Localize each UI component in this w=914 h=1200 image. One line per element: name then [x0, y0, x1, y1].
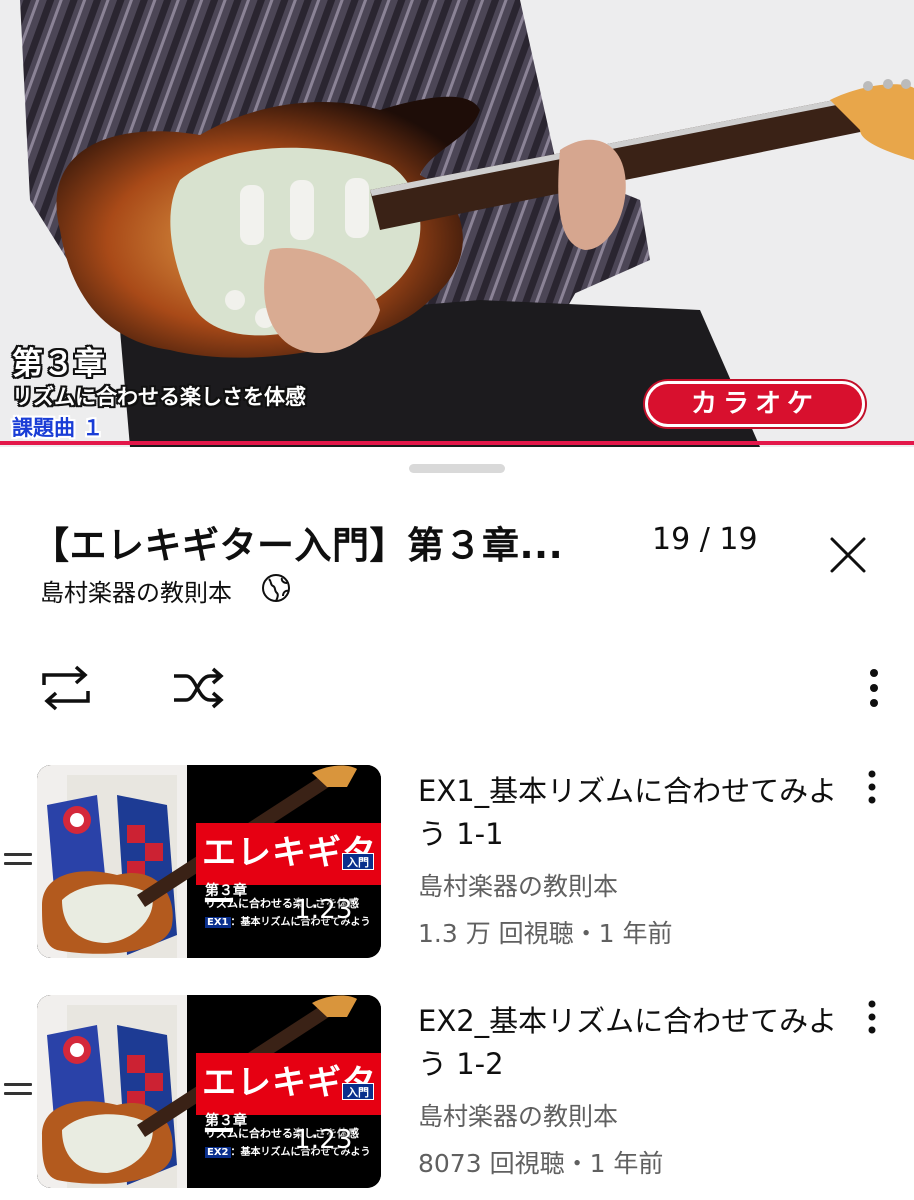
- loop-icon[interactable]: [38, 665, 94, 711]
- video-task-caption: 課題曲 １: [12, 416, 104, 440]
- more-vert-icon[interactable]: [860, 768, 884, 808]
- more-vert-icon[interactable]: [860, 998, 884, 1038]
- thumbnail-exercise-tag: EX2: [205, 1147, 231, 1158]
- globe-icon: [262, 574, 290, 602]
- playlist-position: 19 / 19: [652, 522, 758, 557]
- video-channel: 島村楽器の教則本: [418, 1102, 619, 1131]
- duration-label: 1:23: [294, 895, 353, 925]
- thumbnail-nyumon-tag: 入門: [342, 1083, 374, 1100]
- video-thumbnail[interactable]: エレキギター 入門 第３章 リズムに合わせる楽しさを体感 EX2 ：基本リズムに合…: [37, 995, 381, 1188]
- video-progress-bar[interactable]: [0, 441, 914, 445]
- close-icon[interactable]: [822, 529, 874, 581]
- video-title[interactable]: EX1_基本リズムに合わせてみよう 1-1: [418, 770, 848, 856]
- video-meta: 8073 回視聴・1 年前: [418, 1149, 664, 1178]
- reorder-handle-icon[interactable]: [4, 853, 32, 873]
- video-meta: 1.3 万 回視聴・1 年前: [418, 919, 673, 948]
- thumbnail-exercise-tag: EX1: [205, 917, 231, 928]
- more-vert-icon[interactable]: [862, 667, 886, 709]
- video-channel: 島村楽器の教則本: [418, 872, 619, 901]
- playlist-title[interactable]: 【エレキギター入門】第３章...: [32, 515, 563, 569]
- shuffle-icon[interactable]: [170, 663, 226, 713]
- video-frame: [0, 0, 914, 447]
- playlist-channel[interactable]: 島村楽器の教則本: [40, 573, 232, 608]
- drag-handle[interactable]: [409, 464, 505, 473]
- video-title[interactable]: EX2_基本リズムに合わせてみよう 1-2: [418, 1000, 848, 1086]
- karaoke-badge: カラオケ: [645, 381, 865, 427]
- playlist-item[interactable]: エレキギター 入門 第３章 リズムに合わせる楽しさを体感 EX1 ：基本リズムに合…: [0, 761, 914, 961]
- video-subtitle-caption: リズムに合わせる楽しさを体感: [12, 385, 306, 409]
- video-chapter-caption: 第３章: [12, 346, 105, 382]
- duration-label: 1:23: [294, 1125, 353, 1155]
- video-thumbnail[interactable]: エレキギター 入門 第３章 リズムに合わせる楽しさを体感 EX1 ：基本リズムに合…: [37, 765, 381, 958]
- playlist-panel: 【エレキギター入門】第３章... 19 / 19 島村楽器の教則本 エレキギター…: [0, 449, 914, 1200]
- video-player[interactable]: 第３章 リズムに合わせる楽しさを体感 課題曲 １ カラオケ: [0, 0, 914, 447]
- playlist-item[interactable]: エレキギター 入門 第３章 リズムに合わせる楽しさを体感 EX2 ：基本リズムに合…: [0, 991, 914, 1191]
- reorder-handle-icon[interactable]: [4, 1083, 32, 1103]
- thumbnail-nyumon-tag: 入門: [342, 853, 374, 870]
